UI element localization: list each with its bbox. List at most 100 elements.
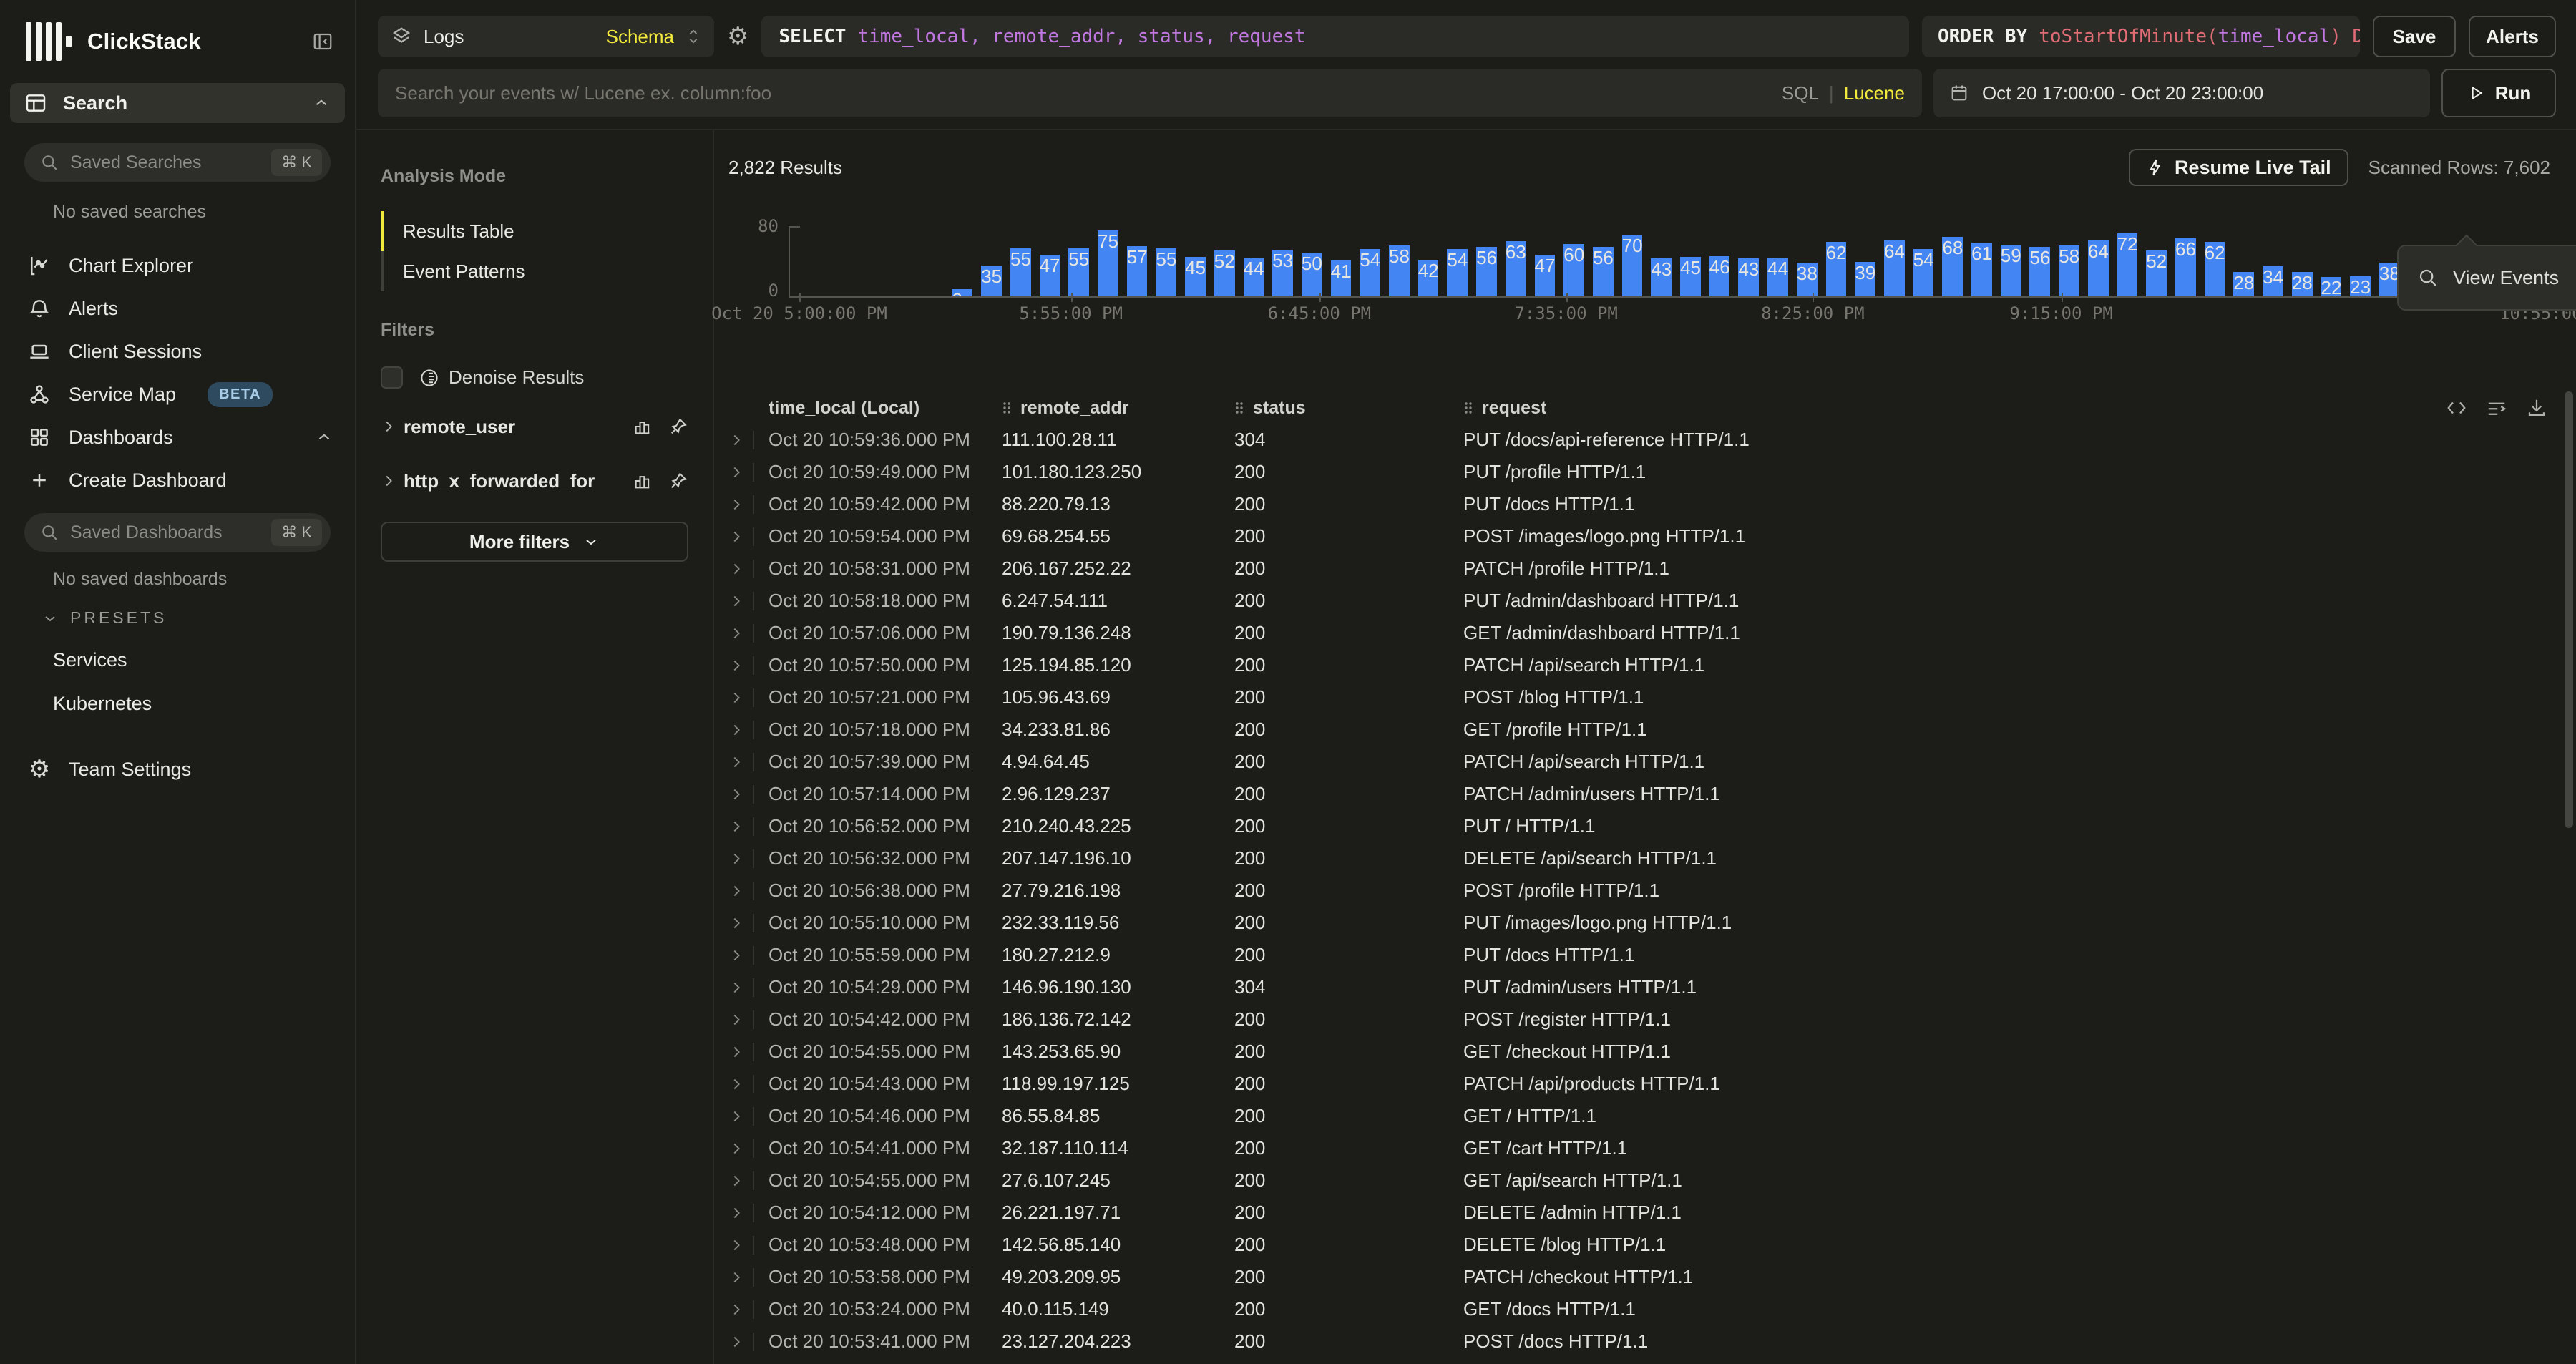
table-row[interactable]: Oct 20 10:53:41.000 PM23.127.204.223200P… (728, 1325, 2576, 1358)
histogram-bar[interactable]: 55 (1156, 248, 1176, 296)
histogram-bar[interactable]: 34 (2263, 266, 2283, 296)
histogram-bar[interactable]: 62 (1826, 242, 1847, 296)
row-expand-chevron-icon[interactable] (728, 817, 769, 836)
date-range-picker[interactable]: Oct 20 17:00:00 - Oct 20 23:00:00 (1933, 69, 2430, 117)
row-expand-chevron-icon[interactable] (728, 656, 769, 675)
row-expand-chevron-icon[interactable] (728, 1010, 769, 1029)
source-selector[interactable]: Logs Schema (378, 16, 714, 57)
histogram-bar[interactable]: 56 (1593, 247, 1614, 296)
saved-dashboards-box[interactable]: ⌘ K (24, 513, 331, 552)
table-row[interactable]: Oct 20 10:56:52.000 PM210.240.43.225200P… (728, 810, 2576, 842)
table-row[interactable]: Oct 20 10:55:10.000 PM232.33.119.56200PU… (728, 907, 2576, 939)
row-expand-chevron-icon[interactable] (728, 1268, 769, 1287)
table-row[interactable]: Oct 20 10:56:38.000 PM27.79.216.198200PO… (728, 875, 2576, 907)
table-row[interactable]: Oct 20 10:57:14.000 PM2.96.129.237200PAT… (728, 778, 2576, 810)
schema-link[interactable]: Schema (606, 26, 674, 48)
row-expand-chevron-icon[interactable] (728, 1204, 769, 1222)
source-settings-gear-icon[interactable]: ⚙ (727, 24, 748, 49)
histogram-bar[interactable]: 55 (1068, 248, 1089, 296)
histogram-bar[interactable]: 28 (2233, 272, 2254, 296)
histogram-bar[interactable]: 43 (1738, 258, 1759, 296)
histogram-bar[interactable]: 58 (1389, 245, 1410, 296)
row-expand-chevron-icon[interactable] (728, 463, 769, 482)
histogram-bar[interactable]: 44 (1244, 258, 1264, 296)
histogram-bar[interactable]: 68 (1942, 237, 1963, 296)
histogram-bar[interactable]: 62 (2205, 242, 2225, 296)
row-expand-chevron-icon[interactable] (728, 1236, 769, 1255)
drag-handle-icon[interactable] (1463, 400, 1473, 416)
mode-results-table[interactable]: Results Table (381, 211, 688, 251)
mode-event-patterns[interactable]: Event Patterns (381, 251, 688, 291)
histogram-bar[interactable]: 52 (1214, 250, 1235, 296)
histogram-bar[interactable]: 56 (1476, 247, 1497, 296)
row-expand-chevron-icon[interactable] (728, 592, 769, 610)
row-expand-chevron-icon[interactable] (728, 882, 769, 900)
table-row[interactable]: Oct 20 10:53:48.000 PM142.56.85.140200DE… (728, 1229, 2576, 1261)
histogram-bar[interactable]: 43 (1651, 258, 1672, 296)
histogram-bar[interactable]: 45 (1185, 257, 1206, 296)
row-expand-chevron-icon[interactable] (728, 688, 769, 707)
save-button[interactable]: Save (2373, 16, 2456, 57)
drag-handle-icon[interactable] (1234, 400, 1244, 416)
sidebar-item-alerts[interactable]: Alerts (0, 287, 355, 330)
field-chart-icon[interactable] (633, 471, 653, 491)
histogram-bar[interactable]: 66 (2175, 238, 2196, 296)
histogram-bar[interactable]: 22 (2321, 277, 2342, 296)
saved-searches-input[interactable] (70, 152, 260, 173)
preset-item-kubernetes[interactable]: Kubernetes (53, 693, 355, 715)
sidebar-collapse-icon[interactable] (312, 31, 333, 52)
table-row[interactable]: Oct 20 10:58:31.000 PM206.167.252.22200P… (728, 552, 2576, 585)
row-expand-chevron-icon[interactable] (728, 1139, 769, 1158)
orderby-box[interactable]: ORDER BY toStartOfMinute(time_local) D (1922, 16, 2360, 57)
table-row[interactable]: Oct 20 10:54:43.000 PM118.99.197.125200P… (728, 1068, 2576, 1100)
histogram-bar[interactable]: 61 (1971, 243, 1992, 296)
more-filters-button[interactable]: More filters (381, 522, 688, 562)
create-dashboard-button[interactable]: Create Dashboard (0, 459, 355, 502)
table-row[interactable]: Oct 20 10:56:32.000 PM207.147.196.10200D… (728, 842, 2576, 875)
row-density-icon[interactable] (2486, 397, 2507, 419)
table-row[interactable]: Oct 20 10:59:42.000 PM88.220.79.13200PUT… (728, 488, 2576, 520)
row-expand-chevron-icon[interactable] (728, 624, 769, 643)
row-expand-chevron-icon[interactable] (728, 527, 769, 546)
histogram-bar[interactable]: 38 (1797, 263, 1818, 296)
table-row[interactable]: Oct 20 10:54:55.000 PM27.6.107.245200GET… (728, 1164, 2576, 1197)
histogram-bar[interactable]: 64 (1884, 240, 1905, 296)
sidebar-item-client-sessions[interactable]: Client Sessions (0, 330, 355, 373)
histogram-bar[interactable]: 50 (1302, 253, 1322, 296)
histogram-bar[interactable]: 63 (1506, 241, 1526, 296)
table-row[interactable]: Oct 20 10:55:59.000 PM180.27.212.9200PUT… (728, 939, 2576, 971)
table-row[interactable]: Oct 20 10:59:49.000 PM101.180.123.250200… (728, 456, 2576, 488)
chevron-up-icon[interactable] (312, 94, 331, 112)
row-expand-chevron-icon[interactable] (728, 560, 769, 578)
histogram-bar[interactable]: 75 (1098, 230, 1118, 296)
lang-lucene-toggle[interactable]: Lucene (1844, 82, 1905, 104)
histogram-bar[interactable]: 47 (1040, 255, 1060, 296)
histogram-bar[interactable]: 57 (1127, 246, 1148, 296)
preset-item-services[interactable]: Services (53, 649, 355, 671)
table-row[interactable]: Oct 20 10:57:39.000 PM4.94.64.45200PATCH… (728, 746, 2576, 778)
row-expand-chevron-icon[interactable] (728, 978, 769, 997)
row-expand-chevron-icon[interactable] (728, 721, 769, 739)
resume-live-tail-button[interactable]: Resume Live Tail (2129, 149, 2348, 186)
histogram-bar[interactable]: 46 (1709, 256, 1730, 296)
event-search-input[interactable] (395, 82, 1769, 104)
column-header-time-local[interactable]: time_local (Local) (769, 398, 1002, 419)
alerts-button[interactable]: Alerts (2469, 16, 2556, 57)
row-expand-chevron-icon[interactable] (728, 1107, 769, 1126)
filter-field-remote-user[interactable]: remote_user (381, 410, 688, 443)
histogram-bar[interactable]: 28 (2292, 272, 2313, 296)
histogram-bar[interactable]: 39 (1855, 262, 1875, 296)
event-search-box[interactable]: SQL | Lucene (378, 69, 1922, 117)
sidebar-item-chart-explorer[interactable]: Chart Explorer (0, 244, 355, 287)
histogram-bar[interactable]: 58 (2059, 245, 2079, 296)
team-settings-item[interactable]: ⚙ Team Settings (0, 748, 355, 791)
table-row[interactable]: Oct 20 10:54:41.000 PM32.187.110.114200G… (728, 1132, 2576, 1164)
table-row[interactable]: Oct 20 10:57:18.000 PM34.233.81.86200GET… (728, 713, 2576, 746)
row-expand-chevron-icon[interactable] (728, 1075, 769, 1093)
row-expand-chevron-icon[interactable] (728, 753, 769, 771)
download-icon[interactable] (2526, 397, 2547, 419)
row-expand-chevron-icon[interactable] (728, 1333, 769, 1351)
chevron-up-icon[interactable] (315, 428, 333, 447)
field-chart-icon[interactable] (633, 416, 653, 437)
field-pin-icon[interactable] (668, 416, 688, 437)
